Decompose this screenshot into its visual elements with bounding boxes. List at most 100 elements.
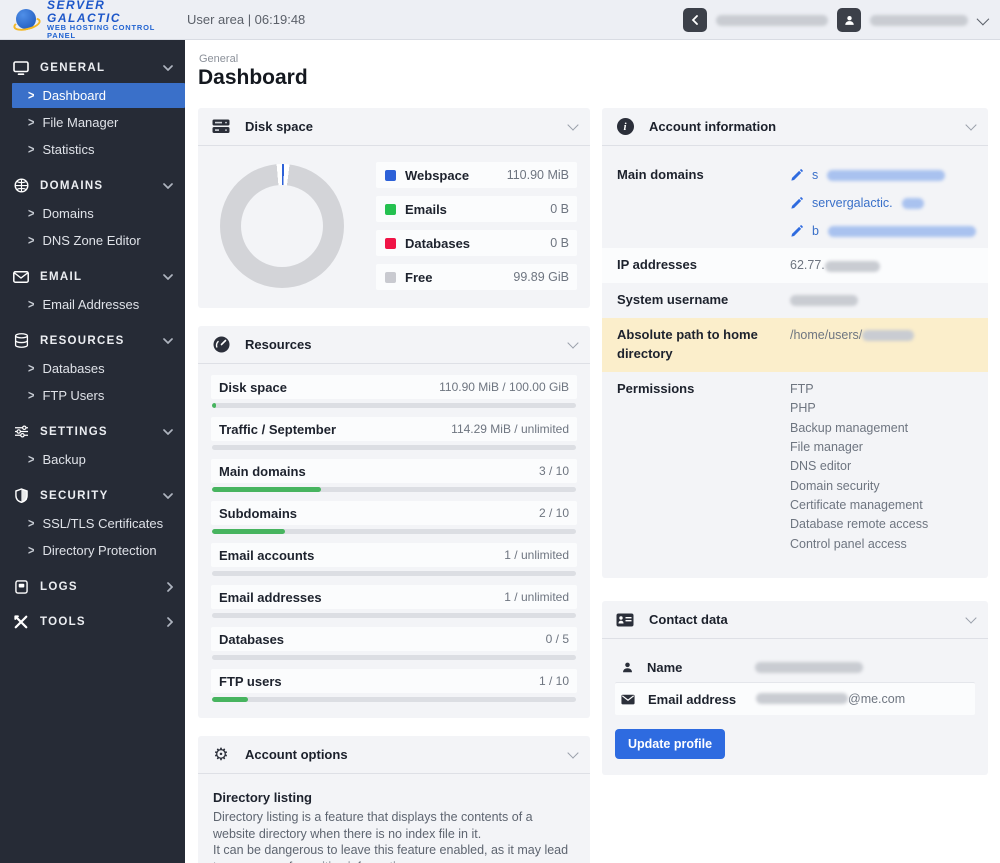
brand-tagline: WEB HOSTING CONTROL PANEL (47, 24, 175, 40)
chevron-right-icon: > (28, 115, 34, 129)
sidebar-item-databases[interactable]: > Databases (0, 356, 185, 381)
sidebar-section-logs: LOGS (0, 565, 185, 600)
topbar-controls (683, 0, 986, 40)
permission-item: DNS editor (790, 457, 973, 476)
databases-swatch (385, 238, 396, 249)
permission-item: Domain security (790, 477, 973, 496)
contact-data-card: Contact data Name Email address @me.com (602, 601, 988, 775)
chevron-down-icon[interactable] (567, 747, 578, 758)
sidebar-section-security: SECURITY > SSL/TLS Certificates > Direct… (0, 474, 185, 563)
sidebar-item-backup[interactable]: > Backup (0, 447, 185, 472)
system-username-label: System username (617, 291, 790, 310)
redacted-domain (902, 198, 924, 209)
card-title: Account options (245, 747, 555, 762)
sidebar-section-label: SETTINGS (40, 426, 152, 438)
sidebar-section-email: EMAIL > Email Addresses (0, 255, 185, 317)
brand-logo[interactable]: SERVER GALACTIC WEB HOSTING CONTROL PANE… (0, 0, 175, 40)
chevron-down-icon[interactable] (567, 119, 578, 130)
domain-link[interactable]: servergalactic. (790, 194, 976, 212)
resources-body: Disk space110.90 MiB / 100.00 GiB Traffi… (198, 364, 590, 718)
resource-label: Traffic / September (219, 422, 336, 437)
server-icon (211, 119, 231, 134)
chevron-down-icon[interactable] (567, 337, 578, 348)
permission-item: Control panel access (790, 535, 973, 554)
sidebar-item-label: Directory Protection (42, 543, 156, 558)
permissions-row: Permissions FTP PHP Backup management Fi… (602, 372, 988, 562)
resource-value: 1 / unlimited (504, 590, 569, 604)
account-information-body: Main domains s servergalactic. (602, 146, 988, 578)
resource-row-email-accounts: Email accounts 1 / unlimited (211, 543, 577, 576)
disk-usage-donut-chart (220, 164, 344, 288)
ip-addresses-label: IP addresses (617, 256, 790, 275)
main-domains-label: Main domains (617, 166, 790, 240)
account-options-body: Directory listing Directory listing is a… (198, 774, 590, 863)
sidebar-section-logs-header[interactable]: LOGS (0, 573, 185, 600)
chevron-down-icon[interactable] (965, 612, 976, 623)
sidebar-section-label: EMAIL (40, 271, 152, 283)
chevron-left-icon (691, 15, 699, 25)
user-profile-button[interactable] (837, 8, 861, 32)
resource-row-disk-space: Disk space110.90 MiB / 100.00 GiB (211, 375, 577, 408)
sidebar-item-file-manager[interactable]: > File Manager (0, 110, 185, 135)
sidebar-section-resources-header[interactable]: RESOURCES (0, 327, 185, 354)
chevron-down-icon (163, 429, 173, 435)
name-label: Name (647, 660, 742, 675)
progress-bar (212, 403, 576, 408)
sidebar-item-directory-protection[interactable]: > Directory Protection (0, 538, 185, 563)
gear-icon: ⚙ (211, 746, 231, 763)
breadcrumb: General (199, 53, 238, 65)
topbar: SERVER GALACTIC WEB HOSTING CONTROL PANE… (0, 0, 1000, 40)
progress-bar (212, 571, 576, 576)
logs-icon (13, 580, 29, 594)
mail-icon (13, 271, 29, 283)
domain-link[interactable]: b (790, 222, 976, 240)
chevron-down-icon (163, 338, 173, 344)
permission-item: Backup management (790, 419, 973, 438)
page-title: Dashboard (198, 66, 308, 90)
progress-bar (212, 445, 576, 450)
permissions-list: FTP PHP Backup management File manager D… (790, 380, 973, 554)
pencil-edit-icon (790, 169, 803, 182)
pencil-edit-icon (790, 197, 803, 210)
sidebar-item-dashboard[interactable]: > Dashboard (12, 83, 185, 108)
sidebar-item-email-addresses[interactable]: > Email Addresses (0, 292, 185, 317)
sidebar-item-ssl-tls-certificates[interactable]: > SSL/TLS Certificates (0, 511, 185, 536)
sidebar-section-email-header[interactable]: EMAIL (0, 263, 185, 290)
resource-value: 0 / 5 (546, 632, 569, 646)
system-username-row: System username (602, 283, 988, 318)
sidebar-section-label: DOMAINS (40, 180, 152, 192)
monitor-icon (13, 61, 29, 75)
sidebar-item-label: Backup (42, 452, 85, 467)
chevron-down-icon (163, 274, 173, 280)
sidebar-section-security-header[interactable]: SECURITY (0, 482, 185, 509)
sidebar-item-statistics[interactable]: > Statistics (0, 137, 185, 162)
chevron-right-icon: > (28, 361, 34, 375)
progress-bar (212, 655, 576, 660)
account-options-card-header: ⚙ Account options (198, 736, 590, 774)
resource-value: 1 / unlimited (504, 548, 569, 562)
sidebar-section-domains-header[interactable]: DOMAINS (0, 172, 185, 199)
resource-label: Email accounts (219, 548, 314, 563)
sidebar-section-resources: RESOURCES > Databases > FTP Users (0, 319, 185, 408)
sidebar-section-tools-header[interactable]: TOOLS (0, 608, 185, 635)
sidebar-section-general-header[interactable]: GENERAL (0, 54, 185, 81)
update-profile-button[interactable]: Update profile (615, 729, 725, 759)
sidebar-item-dns-zone-editor[interactable]: > DNS Zone Editor (0, 228, 185, 253)
sidebar-section-settings-header[interactable]: SETTINGS (0, 418, 185, 445)
sidebar-item-ftp-users[interactable]: > FTP Users (0, 383, 185, 408)
chevron-down-icon[interactable] (965, 119, 976, 130)
account-information-card-header: i Account information (602, 108, 988, 146)
chevron-down-icon[interactable] (977, 12, 990, 25)
email-label: Email address (648, 692, 743, 707)
back-button[interactable] (683, 8, 707, 32)
disk-usage-legend: Webspace 110.90 MiB Emails 0 B Databases (376, 162, 577, 290)
home-directory-row: Absolute path to home directory /home/us… (602, 318, 988, 372)
chevron-down-icon (163, 65, 173, 71)
contact-data-body: Name Email address @me.com Update profil… (602, 639, 988, 775)
directory-listing-description: Directory listing is a feature that disp… (213, 809, 575, 863)
resource-value: 2 / 10 (539, 506, 569, 520)
sidebar-item-domains[interactable]: > Domains (0, 201, 185, 226)
domain-link[interactable]: s (790, 166, 976, 184)
chevron-right-icon: > (28, 142, 34, 156)
permission-item: PHP (790, 399, 973, 418)
